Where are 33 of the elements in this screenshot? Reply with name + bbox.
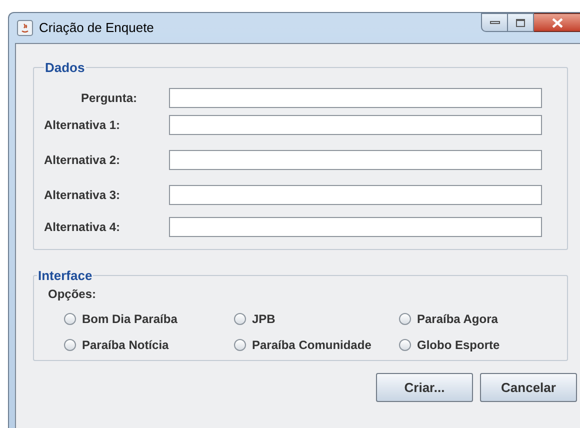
radio-button[interactable] xyxy=(64,313,76,325)
window-title: Criação de Enquete xyxy=(39,19,154,38)
minimize-button[interactable] xyxy=(481,13,508,32)
radio-button[interactable] xyxy=(234,313,246,325)
text-field[interactable] xyxy=(169,88,542,108)
cancel-button[interactable]: Cancelar xyxy=(480,373,577,402)
field-label: Alternativa 2: xyxy=(44,152,122,168)
close-icon xyxy=(552,18,562,28)
text-field[interactable] xyxy=(169,216,542,236)
radio-option[interactable]: Paraíba Notícia xyxy=(64,336,234,354)
radio-option[interactable]: Paraíba Comunidade xyxy=(234,336,399,354)
radio-option[interactable]: JPB xyxy=(234,310,399,328)
field-label: Pergunta: xyxy=(80,90,137,106)
text-field[interactable] xyxy=(169,114,542,134)
radio-option[interactable]: Globo Esporte xyxy=(399,336,559,354)
close-button[interactable] xyxy=(534,13,580,32)
text-field[interactable] xyxy=(169,184,542,204)
radio-button[interactable] xyxy=(64,339,76,351)
field-label: Alternativa 3: xyxy=(44,186,122,204)
app-icon xyxy=(17,20,33,36)
section-title: Interface xyxy=(37,266,94,284)
radio-option[interactable]: Paraíba Agora xyxy=(399,310,559,328)
radio-button[interactable] xyxy=(234,339,246,351)
create-button[interactable]: Criar... xyxy=(376,373,473,402)
field-label: Alternativa 1: xyxy=(44,116,122,134)
section-title: Dados xyxy=(44,59,86,77)
radio-option[interactable]: Bom Dia Paraíba xyxy=(64,310,234,328)
maximize-button[interactable] xyxy=(508,13,534,32)
field-label: Alternativa 4: xyxy=(44,218,122,236)
options-label: Opções: xyxy=(48,286,98,303)
radio-button[interactable] xyxy=(399,339,411,351)
text-field[interactable] xyxy=(169,150,542,170)
radio-button[interactable] xyxy=(399,313,411,325)
